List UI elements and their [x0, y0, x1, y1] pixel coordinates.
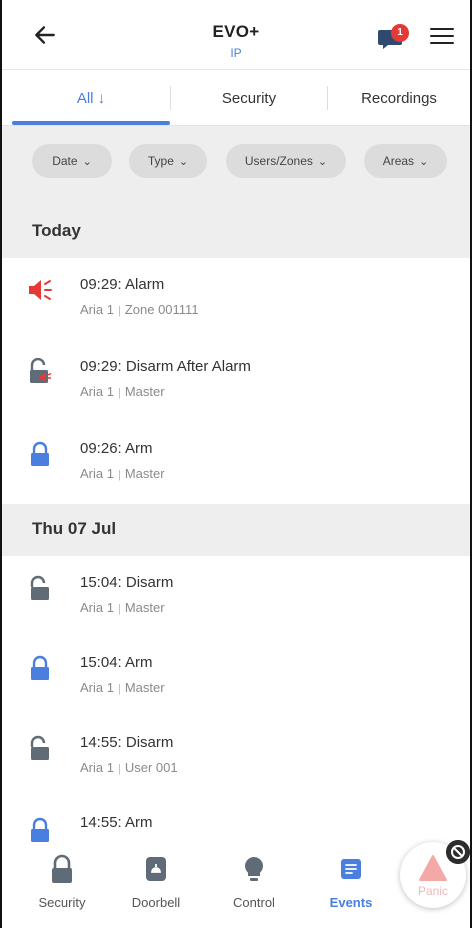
- event-area: Aria 1: [80, 680, 114, 695]
- event-title: 09:26: Arm: [80, 440, 153, 457]
- event-list-today: 09:29: Alarm Aria 1 | Zone 001111 09:29: D…: [2, 258, 470, 504]
- lock-closed-icon: [31, 655, 49, 680]
- lock-icon: [52, 854, 72, 883]
- chevron-down-icon: ⌄: [82, 156, 92, 168]
- event-detail: Master: [124, 600, 165, 615]
- hamburger-menu-icon[interactable]: [430, 28, 454, 48]
- event-subtitle: Aria 1 | Master: [80, 466, 165, 481]
- event-row[interactable]: 15:04: Arm Aria 1 | Master: [2, 636, 470, 716]
- section-title: Thu 07 Jul: [32, 519, 117, 538]
- disarm-after-alarm-icon: [30, 358, 52, 383]
- filter-users-zones[interactable]: Users/Zones ⌄: [226, 144, 346, 178]
- event-detail: User 001: [124, 760, 178, 775]
- lock-open-icon: [30, 735, 49, 760]
- filter-users-zones-label: Users/Zones: [244, 154, 313, 168]
- lock-closed-icon: [31, 817, 49, 842]
- nav-label: Security: [38, 895, 86, 910]
- event-area: Aria 1: [80, 466, 114, 481]
- panic-label: Panic: [417, 884, 449, 898]
- event-row[interactable]: 09:29: Disarm After Alarm Aria 1 | Master: [2, 340, 470, 420]
- filter-areas-label: Areas: [382, 154, 415, 168]
- warning-triangle-icon: [419, 855, 447, 881]
- nav-security[interactable]: Security: [22, 854, 102, 910]
- event-detail: Zone 001111: [124, 302, 199, 317]
- hide-panic-icon[interactable]: [446, 840, 470, 864]
- event-title: 09:29: Disarm After Alarm: [80, 358, 251, 375]
- nav-label: Events: [329, 895, 373, 910]
- event-row[interactable]: 14:55: Disarm Aria 1 | User 001: [2, 716, 470, 796]
- section-title: Today: [32, 221, 81, 240]
- nav-label: Control: [233, 895, 275, 910]
- event-subtitle: Aria 1 | Master: [80, 680, 165, 695]
- event-row[interactable]: 09:26: Arm Aria 1 | Master: [2, 422, 470, 502]
- section-header-thu-07-jul: Thu 07 Jul: [2, 504, 470, 556]
- chevron-down-icon: ⌄: [419, 156, 429, 168]
- event-area: Aria 1: [80, 384, 114, 399]
- nav-doorbell[interactable]: Doorbell: [116, 854, 196, 910]
- events-list-icon: [341, 859, 361, 879]
- filter-date[interactable]: Date ⌄: [32, 144, 112, 178]
- filter-date-label: Date: [52, 154, 78, 168]
- event-subtitle: Aria 1 | Master: [80, 384, 165, 399]
- event-area: Aria 1: [80, 600, 114, 615]
- alarm-siren-icon: [29, 280, 52, 300]
- event-area: Aria 1: [80, 302, 114, 317]
- event-row[interactable]: 15:04: Disarm Aria 1 | Master: [2, 556, 470, 636]
- event-detail: Master: [124, 680, 165, 695]
- lock-open-icon: [30, 575, 49, 600]
- nav-events[interactable]: Events: [311, 854, 391, 910]
- active-tab-indicator: [12, 121, 170, 125]
- event-tabs: All ↓ Security Recordings: [2, 70, 470, 126]
- filter-areas[interactable]: Areas ⌄: [364, 144, 447, 178]
- event-area: Aria 1: [80, 760, 114, 775]
- filter-type[interactable]: Type ⌄: [129, 144, 207, 178]
- event-title: 14:55: Disarm: [80, 734, 174, 751]
- filter-type-label: Type: [147, 154, 174, 168]
- event-row[interactable]: 09:29: Alarm Aria 1 | Zone 001111: [2, 258, 470, 338]
- event-title: 15:04: Disarm: [80, 574, 174, 591]
- event-subtitle: Aria 1 | Master: [80, 600, 165, 615]
- notification-badge: 1: [391, 24, 409, 42]
- event-list-thu-07-jul: 15:04: Disarm Aria 1 | Master 15:04: Arm A…: [2, 556, 470, 846]
- doorbell-icon: [146, 857, 166, 881]
- tab-recordings[interactable]: Recordings: [328, 70, 470, 126]
- tab-all[interactable]: All ↓: [12, 70, 170, 126]
- tab-security[interactable]: Security: [171, 70, 327, 126]
- section-header-today: Today: [2, 206, 470, 258]
- lock-closed-icon: [31, 441, 49, 466]
- event-title: 15:04: Arm: [80, 654, 153, 671]
- event-subtitle: Aria 1 | User 001: [80, 760, 178, 775]
- chevron-down-icon: ⌄: [317, 156, 328, 168]
- event-detail: Master: [124, 466, 165, 481]
- filter-bar: Date ⌄ Type ⌄ Users/Zones ⌄ Areas ⌄: [2, 126, 470, 206]
- event-title: 09:29: Alarm: [80, 276, 165, 293]
- event-subtitle: Aria 1 | Zone 001111: [80, 302, 199, 317]
- nav-label: Doorbell: [131, 895, 181, 910]
- event-detail: Master: [124, 384, 165, 399]
- chevron-down-icon: ⌄: [178, 156, 189, 168]
- app-header: EVO+ IP 1: [2, 0, 470, 70]
- event-title: 14:55: Arm: [80, 814, 153, 831]
- app-frame: EVO+ IP 1 All ↓ Security Recordings Date…: [0, 0, 472, 928]
- nav-control[interactable]: Control: [214, 854, 294, 910]
- bulb-icon: [245, 857, 263, 881]
